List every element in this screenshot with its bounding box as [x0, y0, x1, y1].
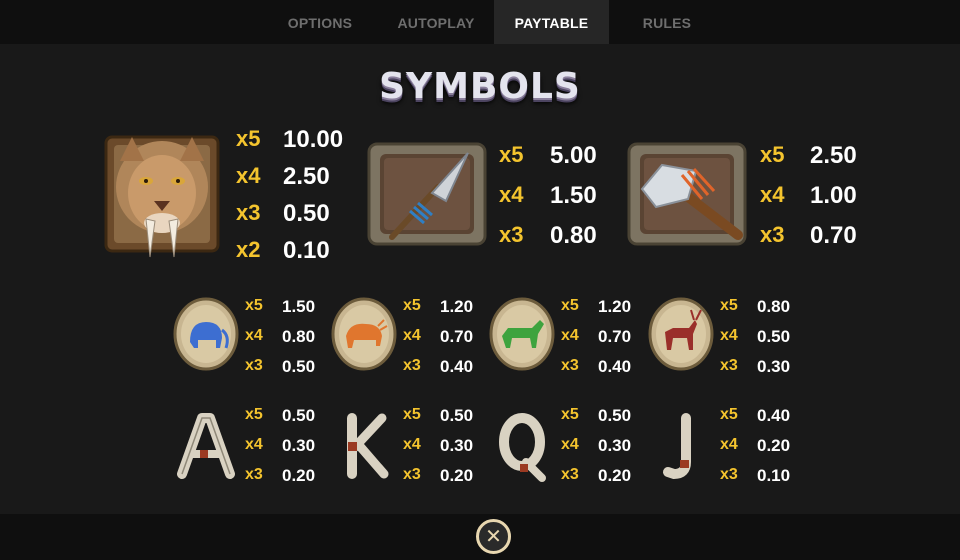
letter-a-bone-icon — [176, 412, 236, 480]
payout-value: 0.20 — [282, 466, 316, 485]
letter-q-bone-icon — [496, 410, 550, 482]
multiplier: x5 — [720, 297, 738, 314]
paytable-letter-j: x5 0.40 x4 0.20 x3 0.10 — [720, 406, 800, 488]
multiplier: x3 — [245, 466, 263, 483]
multiplier: x4 — [236, 163, 261, 188]
multiplier: x5 — [403, 406, 421, 423]
payout-value: 1.20 — [598, 297, 632, 316]
multiplier: x3 — [561, 357, 579, 374]
multiplier: x4 — [561, 327, 579, 344]
multiplier: x5 — [561, 297, 579, 314]
payout-value: 0.50 — [757, 327, 791, 346]
multiplier: x5 — [561, 406, 579, 423]
payout-value: 1.50 — [550, 182, 597, 209]
paytable-orange-bison: x5 1.20 x4 0.70 x3 0.40 — [403, 297, 483, 379]
payout-value: 10.00 — [283, 126, 344, 153]
multiplier: x3 — [236, 200, 261, 225]
paytable-sabertooth: x5 10.00 x4 2.50 x3 0.50 x2 0.10 — [236, 126, 356, 266]
payout-value: 0.40 — [757, 406, 791, 425]
payout-value: 0.70 — [810, 222, 857, 249]
close-button[interactable]: ✕ — [476, 519, 511, 554]
payout-value: 5.00 — [550, 142, 597, 169]
payout-value: 1.00 — [810, 182, 857, 209]
payout-value: 0.50 — [282, 357, 316, 376]
payout-value: 0.70 — [598, 327, 632, 346]
payout-value: 0.10 — [757, 466, 791, 485]
multiplier: x4 — [245, 436, 263, 453]
multiplier: x5 — [760, 142, 785, 167]
payout-value: 0.40 — [598, 357, 632, 376]
paytable-letter-k: x5 0.50 x4 0.30 x3 0.20 — [403, 406, 483, 488]
red-deer-stone-icon — [647, 296, 715, 372]
multiplier: x5 — [245, 406, 263, 423]
payout-value: 0.70 — [440, 327, 474, 346]
letter-j-bone-icon — [660, 412, 700, 480]
payout-value: 0.20 — [440, 466, 474, 485]
payout-value: 0.30 — [757, 357, 791, 376]
paytable-red-deer: x5 0.80 x4 0.50 x3 0.30 — [720, 297, 800, 379]
payout-value: 0.20 — [757, 436, 791, 455]
multiplier: x4 — [499, 182, 524, 207]
payout-value: 0.50 — [440, 406, 474, 425]
paytable-letter-q: x5 0.50 x4 0.30 x3 0.20 — [561, 406, 641, 488]
multiplier: x3 — [403, 466, 421, 483]
paytable-letter-a: x5 0.50 x4 0.30 x3 0.20 — [245, 406, 325, 488]
stone-axe-icon — [626, 141, 748, 247]
tab-autoplay[interactable]: AUTOPLAY — [378, 0, 494, 44]
blue-mammoth-stone-icon — [172, 296, 240, 372]
multiplier: x4 — [245, 327, 263, 344]
payout-value: 0.30 — [282, 436, 316, 455]
multiplier: x4 — [720, 327, 738, 344]
tab-paytable[interactable]: PAYTABLE — [494, 0, 609, 44]
multiplier: x5 — [403, 297, 421, 314]
multiplier: x4 — [403, 327, 421, 344]
top-tab-bar: OPTIONS AUTOPLAY PAYTABLE RULES — [0, 0, 960, 44]
multiplier: x3 — [499, 222, 524, 247]
payout-value: 0.80 — [550, 222, 597, 249]
multiplier: x4 — [760, 182, 785, 207]
payout-value: 0.50 — [598, 406, 632, 425]
payout-value: 0.20 — [598, 466, 632, 485]
tab-rules[interactable]: RULES — [609, 0, 725, 44]
paytable-green-horse: x5 1.20 x4 0.70 x3 0.40 — [561, 297, 641, 379]
multiplier: x5 — [499, 142, 524, 167]
payout-value: 0.40 — [440, 357, 474, 376]
multiplier: x3 — [720, 466, 738, 483]
payout-value: 2.50 — [283, 163, 330, 190]
multiplier: x3 — [403, 357, 421, 374]
payout-value: 0.80 — [757, 297, 791, 316]
close-icon: ✕ — [485, 524, 502, 548]
payout-value: 0.10 — [283, 237, 330, 264]
symbols-heading: SYMBOLS — [379, 66, 581, 107]
sabertooth-icon — [102, 131, 222, 261]
multiplier: x5 — [245, 297, 263, 314]
paytable-spear: x5 5.00 x4 1.50 x3 0.80 — [499, 142, 609, 252]
multiplier: x3 — [561, 466, 579, 483]
multiplier: x4 — [720, 436, 738, 453]
multiplier: x3 — [760, 222, 785, 247]
payout-value: 0.30 — [440, 436, 474, 455]
paytable-stone-axe: x5 2.50 x4 1.00 x3 0.70 — [760, 142, 870, 252]
paytable-blue-mammoth: x5 1.50 x4 0.80 x3 0.50 — [245, 297, 325, 379]
orange-bison-stone-icon — [330, 296, 398, 372]
payout-value: 0.80 — [282, 327, 316, 346]
multiplier: x3 — [720, 357, 738, 374]
payout-value: 0.30 — [598, 436, 632, 455]
payout-value: 1.50 — [282, 297, 316, 316]
multiplier: x5 — [236, 126, 261, 151]
multiplier: x5 — [720, 406, 738, 423]
multiplier: x3 — [245, 357, 263, 374]
multiplier: x4 — [403, 436, 421, 453]
payout-value: 2.50 — [810, 142, 857, 169]
payout-value: 1.20 — [440, 297, 474, 316]
green-horse-stone-icon — [488, 296, 556, 372]
spear-icon — [366, 141, 488, 247]
multiplier: x2 — [236, 237, 261, 262]
letter-k-bone-icon — [340, 412, 392, 480]
payout-value: 0.50 — [283, 200, 330, 227]
multiplier: x4 — [561, 436, 579, 453]
tab-options[interactable]: OPTIONS — [262, 0, 378, 44]
payout-value: 0.50 — [282, 406, 316, 425]
